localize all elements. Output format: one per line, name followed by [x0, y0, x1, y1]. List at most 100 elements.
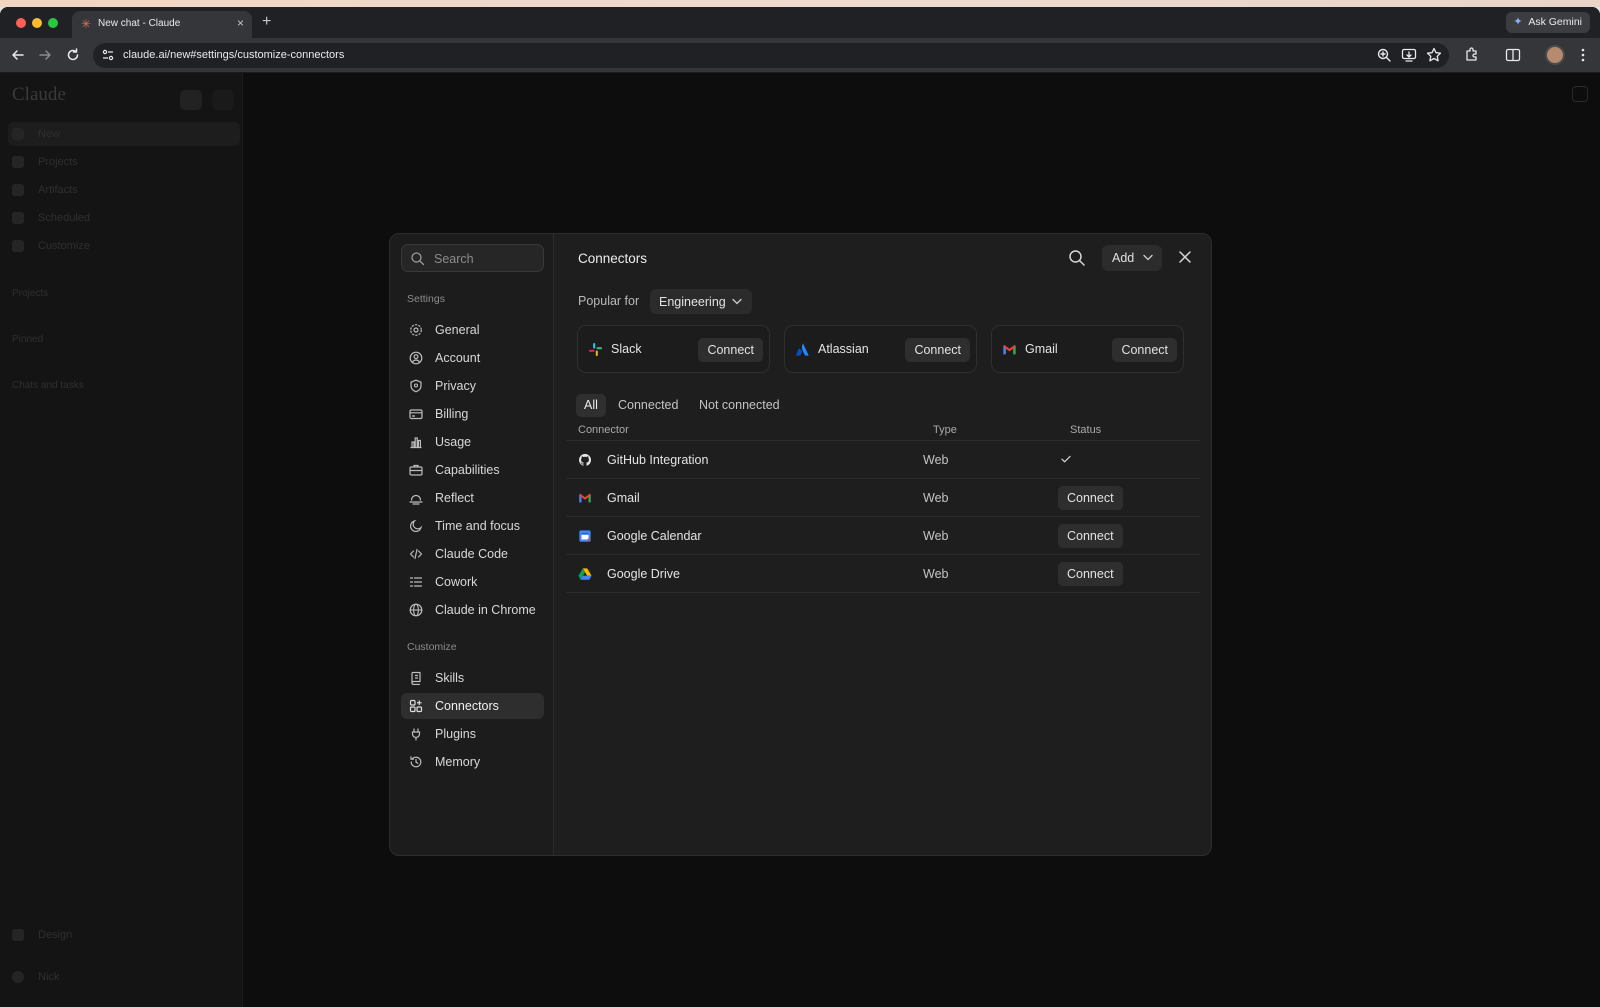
connector-type: Web: [923, 567, 949, 581]
nav-plugins[interactable]: Plugins: [401, 721, 544, 747]
sidebar-section-chats[interactable]: Chats and tasks: [12, 380, 84, 391]
nav-label: Billing: [435, 407, 469, 421]
briefcase-icon: [409, 464, 423, 476]
profile-avatar[interactable]: [1545, 45, 1565, 65]
site-settings-icon[interactable]: [101, 48, 115, 62]
minimize-window-button[interactable]: [32, 18, 42, 28]
sidebar-item-projects[interactable]: Projects: [12, 156, 78, 169]
nav-reflect[interactable]: Reflect: [401, 485, 544, 511]
nav-label: Claude Code: [435, 547, 508, 561]
app-sidebar: Claude New Projects Artifacts Scheduled …: [0, 73, 243, 1007]
sidebar-section-projects[interactable]: Projects: [12, 288, 48, 299]
connect-button[interactable]: Connect: [1058, 562, 1123, 586]
popular-card-slack: Slack Connect: [577, 325, 770, 373]
popular-for-label: Popular for: [578, 294, 640, 308]
google-calendar-logo-icon: [579, 530, 591, 542]
filter-tab-all[interactable]: All: [576, 394, 606, 417]
address-bar[interactable]: claude.ai/new#settings/customize-connect…: [93, 43, 1449, 68]
sidebar-item-new[interactable]: New: [12, 128, 60, 141]
sidebar-item-label: Projects: [38, 156, 78, 168]
nav-account[interactable]: Account: [401, 345, 544, 371]
nav-capabilities[interactable]: Capabilities: [401, 457, 544, 483]
connector-type: Web: [923, 529, 949, 543]
connector-name: Gmail: [1025, 342, 1058, 356]
nav-usage[interactable]: Usage: [401, 429, 544, 455]
sidebar-section-pinned[interactable]: Pinned: [12, 334, 43, 345]
shield-icon: [410, 379, 422, 393]
filter-tab-not-connected[interactable]: Not connected: [699, 394, 780, 417]
side-panel-icon[interactable]: [1504, 46, 1522, 64]
nav-connectors[interactable]: Connectors: [401, 693, 544, 719]
nav-label: Connectors: [435, 699, 499, 713]
nav-billing[interactable]: Billing: [401, 401, 544, 427]
close-icon[interactable]: [1178, 250, 1192, 264]
nav-claude-in-chrome[interactable]: Claude in Chrome: [401, 597, 544, 623]
category-dropdown[interactable]: Engineering: [650, 289, 752, 314]
sidebar-item-label: Design: [38, 929, 73, 941]
search-icon[interactable]: [1068, 249, 1086, 267]
nav-privacy[interactable]: Privacy: [401, 373, 544, 399]
ask-gemini-button[interactable]: ✦ Ask Gemini: [1506, 12, 1590, 33]
browser-window: ✳ New chat - Claude × + ✦ Ask Gemini cla…: [0, 7, 1600, 1007]
sidebar-item-customize[interactable]: Customize: [12, 240, 90, 253]
nav-label: Usage: [435, 435, 472, 449]
popular-card-atlassian: Atlassian Connect: [784, 325, 977, 373]
connect-button[interactable]: Connect: [698, 338, 763, 362]
browser-tab[interactable]: ✳ New chat - Claude ×: [72, 11, 252, 38]
table-row[interactable]: Gmail Web Connect: [566, 478, 1200, 516]
chevron-down-icon: [732, 298, 742, 305]
reload-icon[interactable]: [64, 46, 82, 64]
nav-claude-code[interactable]: Claude Code: [401, 541, 544, 567]
settings-search-input[interactable]: [434, 250, 534, 267]
sidebar-item-artifacts[interactable]: Artifacts: [12, 184, 78, 197]
nav-cowork[interactable]: Cowork: [401, 569, 544, 595]
user-name: Nick: [38, 971, 60, 983]
connector-type: Web: [923, 453, 949, 467]
add-connector-button[interactable]: Add: [1102, 245, 1162, 271]
tab-close-icon[interactable]: ×: [237, 16, 244, 30]
sidebar-item-label: Artifacts: [38, 184, 78, 196]
more-menu-icon[interactable]: [1574, 46, 1592, 64]
nav-label: Claude in Chrome: [435, 603, 536, 617]
connect-button[interactable]: Connect: [1112, 338, 1177, 362]
extensions-puzzle-icon[interactable]: [1463, 46, 1481, 64]
close-window-button[interactable]: [16, 18, 26, 28]
table-row[interactable]: GitHub Integration Web: [566, 440, 1200, 478]
nav-label: Plugins: [435, 727, 476, 741]
atlassian-logo-icon: [795, 343, 809, 356]
customize-section-heading: Customize: [407, 641, 457, 653]
settings-section-heading: Settings: [407, 293, 445, 305]
maximize-window-button[interactable]: [48, 18, 58, 28]
install-app-icon[interactable]: [1400, 46, 1418, 64]
google-drive-logo-icon: [578, 568, 592, 580]
nav-memory[interactable]: Memory: [401, 749, 544, 775]
back-arrow-icon[interactable]: [9, 46, 27, 64]
connect-button[interactable]: Connect: [905, 338, 970, 362]
connect-button[interactable]: Connect: [1058, 524, 1123, 548]
sidebar-item-scheduled[interactable]: Scheduled: [12, 212, 90, 225]
table-row[interactable]: Google Drive Web Connect: [566, 554, 1200, 592]
url-text: claude.ai/new#settings/customize-connect…: [123, 49, 345, 61]
sidebar-item-design[interactable]: Design: [12, 929, 73, 942]
bookmark-star-icon[interactable]: [1425, 46, 1443, 64]
forward-arrow-icon[interactable]: [36, 46, 54, 64]
table-row[interactable]: Google Calendar Web Connect: [566, 516, 1200, 554]
nav-skills[interactable]: Skills: [401, 665, 544, 691]
bar-chart-icon: [410, 437, 422, 449]
filter-tab-connected[interactable]: Connected: [618, 394, 678, 417]
gmail-logo-icon: [1003, 344, 1016, 355]
connect-button[interactable]: Connect: [1058, 486, 1123, 510]
new-tab-button[interactable]: +: [262, 14, 271, 30]
chat-toggle-button[interactable]: [180, 90, 202, 110]
panel-toggle-icon[interactable]: [1572, 86, 1588, 102]
sidebar-collapse-button[interactable]: [212, 90, 234, 110]
connector-name: Gmail: [607, 491, 640, 505]
design-icon: [12, 929, 24, 942]
history-icon: [410, 756, 422, 768]
zoom-icon[interactable]: [1375, 46, 1393, 64]
sidebar-user[interactable]: Nick: [12, 971, 60, 984]
nav-time-and-focus[interactable]: Time and focus: [401, 513, 544, 539]
settings-search[interactable]: [401, 244, 544, 272]
nav-label: Capabilities: [435, 463, 500, 477]
nav-general[interactable]: General: [401, 317, 544, 343]
